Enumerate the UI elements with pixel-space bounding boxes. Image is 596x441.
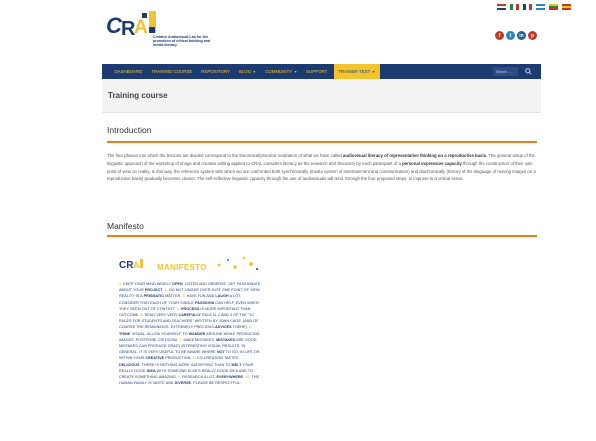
chevron-down-icon: ▼ bbox=[293, 69, 298, 74]
manifesto-point-keyword: diverse bbox=[174, 381, 192, 386]
tagline: Creative Audiovisual Lab for the promoti… bbox=[153, 35, 211, 48]
linkedin-icon[interactable]: in bbox=[517, 31, 526, 40]
svg-text:CR: CR bbox=[119, 260, 134, 270]
nav-label: Trainer-test bbox=[338, 69, 371, 74]
introduction-divider bbox=[107, 141, 537, 143]
nav-label: Community bbox=[265, 69, 293, 74]
manifesto-point-text: Research a lot, bbox=[182, 375, 217, 380]
spanish-flag[interactable] bbox=[562, 4, 571, 10]
pinterest-icon[interactable]: p bbox=[528, 31, 537, 40]
manifesto-point-keyword: delicious bbox=[119, 362, 140, 367]
manifesto-point-text: Co-creation tastes bbox=[196, 356, 239, 361]
manifesto-point-text: Read very very bbox=[144, 313, 179, 318]
greek-flag[interactable] bbox=[536, 4, 545, 10]
manifesto-logo: CR A bbox=[119, 258, 149, 272]
intro-bold-1: audiovisual literacy of representative t… bbox=[343, 153, 488, 158]
nav-item-repository[interactable]: Repository bbox=[197, 64, 235, 79]
manifesto-point-keyword: carefully bbox=[178, 313, 201, 318]
chevron-down-icon: ▼ bbox=[252, 69, 257, 74]
manifesto-point-text: Keep your mind widely bbox=[123, 282, 173, 286]
manifesto-points: 1. Keep your mind widely open, listen an… bbox=[119, 281, 261, 386]
nav-label: Repository bbox=[201, 69, 230, 74]
intro-text-1: The four phases into which the lessons a… bbox=[107, 153, 343, 158]
twitter-icon[interactable]: t bbox=[506, 31, 515, 40]
manifesto-image: CR A MANIFESTO 1. Keep your mind widely … bbox=[116, 255, 263, 439]
introduction-text: The four phases into which the lessons a… bbox=[107, 152, 537, 183]
manifesto-point-keyword: passions bbox=[195, 300, 215, 305]
manifesto-divider bbox=[107, 235, 537, 237]
manifesto-point-keyword: creative bbox=[145, 356, 165, 361]
nav-item-training-course[interactable]: Training course bbox=[147, 64, 197, 79]
manifesto-point-rest: visual, allow yourself to bbox=[130, 331, 189, 336]
lithuanian-flag[interactable] bbox=[549, 4, 558, 10]
nav-label: Dashboard bbox=[114, 69, 143, 74]
manifesto-point-rest: matter. bbox=[164, 294, 183, 299]
manifesto-point-keyword: wander bbox=[188, 331, 206, 336]
manifesto-point-number: 6. bbox=[248, 325, 253, 330]
main-nav: Dashboard Training course Repository Blo… bbox=[102, 64, 541, 79]
manifesto-point-keyword: melt bbox=[231, 362, 242, 367]
introduction-heading: Introduction bbox=[107, 125, 152, 135]
nav-item-community[interactable]: Community ▼ bbox=[261, 64, 302, 79]
manifesto-point-rest: there). bbox=[231, 325, 249, 330]
search-icon[interactable] bbox=[524, 67, 533, 76]
page-title-band: Training course bbox=[102, 79, 541, 113]
nav-item-blog[interactable]: Blog ▼ bbox=[234, 64, 260, 79]
manifesto-point-keyword: idea bbox=[146, 368, 156, 373]
manifesto-point-text: Make mistakes, bbox=[183, 337, 217, 342]
language-switcher bbox=[497, 4, 571, 10]
svg-text:A: A bbox=[134, 17, 148, 38]
manifesto-point-text: Have fun and bbox=[186, 294, 216, 299]
manifesto-point-keyword: open bbox=[172, 282, 183, 286]
manifesto-point-keyword: Think bbox=[119, 331, 131, 336]
decorative-dots bbox=[217, 256, 258, 270]
manifesto-point-keyword: mistakes bbox=[216, 337, 236, 342]
nav-label: Blog bbox=[238, 69, 252, 74]
search-box: Search ... bbox=[493, 67, 533, 76]
nav-item-support[interactable]: Support bbox=[302, 64, 332, 79]
chevron-down-icon: ▼ bbox=[371, 69, 376, 74]
manifesto-point-rest: production. bbox=[164, 356, 193, 361]
manifesto-point-keyword: laugh bbox=[215, 294, 229, 299]
manifesto-point-rest: , please be respectful. bbox=[191, 381, 242, 386]
svg-text:A: A bbox=[133, 260, 140, 270]
manifesto-point-keyword: not bbox=[216, 350, 225, 355]
manifesto-point-keyword: Process bbox=[180, 306, 200, 311]
nav-item-trainer-test[interactable]: Trainer-test ▼ bbox=[333, 64, 380, 79]
manifesto-point-keyword: everywhere bbox=[216, 375, 244, 380]
nav-item-dashboard[interactable]: Dashboard bbox=[110, 64, 147, 79]
manifesto-point-keyword: project bbox=[144, 288, 163, 293]
page-title: Training course bbox=[108, 91, 168, 100]
manifesto-point-keyword: prismatic bbox=[143, 294, 165, 299]
social-links: f t in p bbox=[495, 31, 537, 40]
manifesto-point-keyword: advices bbox=[214, 325, 232, 330]
french-flag[interactable] bbox=[523, 4, 532, 10]
facebook-icon[interactable]: f bbox=[495, 31, 504, 40]
search-input[interactable]: Search ... bbox=[493, 67, 518, 76]
intro-bold-2: personal expressive capacity bbox=[402, 160, 462, 166]
english-flag[interactable] bbox=[497, 4, 506, 10]
manifesto-heading: Manifesto bbox=[107, 221, 144, 231]
italian-flag[interactable] bbox=[510, 4, 519, 10]
nav-label: Support bbox=[306, 69, 328, 74]
manifesto-title: MANIFESTO bbox=[157, 263, 207, 272]
manifesto-point-rest: . There is nothing more satisfying than … bbox=[139, 362, 232, 367]
nav-label: Training course bbox=[151, 69, 193, 74]
